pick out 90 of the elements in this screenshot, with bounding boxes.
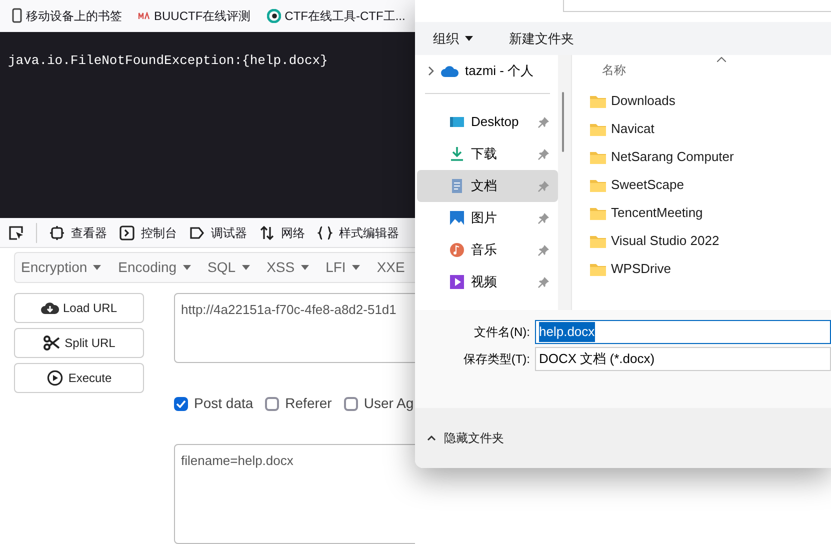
menu-dropdown[interactable]: LFI [326,257,360,278]
devtools-tab[interactable]: 调试器 [189,224,247,242]
field-label: 文件名(N): [473,324,531,341]
checkbox-label: User Ag [364,394,414,413]
bookmark[interactable]: BUUCTF在线评测 [138,6,251,25]
element-picker-icon [49,224,65,241]
caret-icon [182,265,191,270]
hide-folders-toggle[interactable]: 隐藏文件夹 [427,429,504,447]
document-icon [449,178,465,194]
checkbox-label: Referer [285,394,332,413]
site-logo-icon [266,8,281,23]
pin-icon[interactable] [538,116,549,128]
chevron-up-icon [427,435,436,441]
checkbox[interactable] [174,396,188,410]
file-type-dropdown[interactable]: DOCX 文档 (*.docx) [535,347,831,371]
folder-icon [590,150,606,164]
hackbar-button[interactable]: Split URL [14,328,144,358]
menu-dropdown[interactable]: Encoding [118,257,191,278]
bookmark[interactable]: CTF在线工具-CTF工... [266,6,406,25]
music-icon [449,242,465,258]
file-row[interactable]: Visual Studio 2022 [590,227,831,255]
checkbox-label: Post data [194,394,254,413]
play-circle-icon [46,370,64,386]
folder-icon [590,234,606,248]
caret-icon [242,265,250,270]
nav-item[interactable]: 下载 [417,138,558,170]
folder-icon [590,206,606,220]
menu-dropdown[interactable]: XXE [376,257,405,278]
devtools-tab[interactable]: 样式编辑器 [317,224,399,242]
console-icon [119,224,135,241]
file-row[interactable]: WPSDrive [590,255,831,283]
caret-icon [93,265,102,270]
nav-item[interactable]: 文档 [417,170,558,202]
folder-icon [590,262,606,276]
file-row[interactable]: NetSarang Computer [590,143,831,171]
pin-icon[interactable] [538,276,549,288]
pin-icon[interactable] [538,212,549,224]
file-row[interactable]: SweetScape [590,171,831,199]
bookmark[interactable]: 移动设备上的书签 [12,6,122,25]
field-label: 保存类型(T): [462,351,531,368]
nav-item[interactable]: Desktop [417,106,558,138]
chevron-icon[interactable] [427,66,435,76]
checkbox[interactable] [344,396,358,410]
pin-icon[interactable] [538,148,549,160]
devtools-tab[interactable]: 网络 [259,224,305,242]
menu-dropdown[interactable]: Encryption [21,257,102,278]
filename-field[interactable]: help.docx [535,320,831,344]
nav-tree-item[interactable]: tazmi - 个人 [417,59,558,83]
hackbar-button[interactable]: Execute [14,363,144,393]
menu-dropdown[interactable]: SQL [208,257,250,278]
site-logo-icon [138,12,150,20]
hackbar-button[interactable]: Load URL [14,293,144,323]
nav-item[interactable]: 音乐 [417,234,558,266]
url-textarea[interactable]: http://4a22151a-f70c-4fe8-a8d2-51d1 [174,293,415,363]
up-down-arrows-icon [259,224,275,241]
post-data-textarea[interactable]: filename=help.docx [174,444,415,544]
folder-icon [590,94,606,108]
video-icon [449,274,465,290]
scrollbar-thumb[interactable] [562,92,564,152]
desktop-icon [449,114,465,130]
folder-icon [590,178,606,192]
pin-icon[interactable] [538,244,549,256]
phone-icon [12,8,22,24]
folder-icon [590,122,606,136]
file-row[interactable]: Downloads [590,87,831,115]
nav-item[interactable]: 视频 [417,266,558,298]
debugger-icon [189,224,205,241]
download-icon [449,146,465,162]
menu-dropdown[interactable]: XSS [266,257,309,278]
braces-icon [317,224,333,241]
file-row[interactable]: Navicat [590,115,831,143]
image-icon [449,210,465,226]
file-row[interactable]: TencentMeeting [590,199,831,227]
scissors-icon [42,335,61,351]
caret-icon [300,265,309,270]
pin-icon[interactable] [538,180,549,192]
cloud-icon [441,66,459,76]
toolbar-button[interactable]: 组织 [433,28,473,48]
cloud-download-icon [40,300,59,316]
toolbar-button[interactable]: 新建文件夹 [509,28,574,48]
caret-icon [465,36,473,41]
pick-element-icon[interactable] [8,224,24,241]
caret-icon [352,265,360,270]
devtools-tab[interactable]: 控制台 [119,224,177,242]
nav-item[interactable]: 图片 [417,202,558,234]
checkmark-icon [176,400,186,408]
exception-text: java.io.FileNotFoundException:{help.docx} [8,52,328,68]
checkbox[interactable] [265,396,280,410]
column-header[interactable]: 名称 [602,61,831,81]
devtools-tab[interactable]: 查看器 [49,224,107,242]
